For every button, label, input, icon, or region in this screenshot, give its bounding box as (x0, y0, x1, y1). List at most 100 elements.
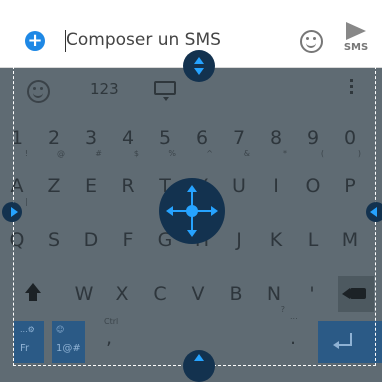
key-secondary: ^ (206, 149, 213, 158)
key-5[interactable]: 5% (148, 120, 182, 158)
key-9[interactable]: 9( (296, 120, 330, 158)
key-1[interactable]: 1! (0, 120, 34, 158)
key-2[interactable]: 2 @ (37, 120, 71, 158)
key-0[interactable]: 0) (333, 120, 367, 158)
move-keyboard-handle[interactable] (159, 178, 225, 244)
key-label: 4 (121, 127, 135, 149)
key-secondary: $ (133, 149, 139, 158)
send-icon (346, 22, 366, 40)
key-secondary: ! (24, 149, 28, 158)
key-r[interactable]: R (111, 168, 145, 204)
key-label: X (115, 283, 129, 305)
key-m[interactable]: M (333, 222, 367, 258)
key-3[interactable]: 3 # (74, 120, 108, 158)
key-6[interactable]: 6 ^ (185, 120, 219, 158)
key-i[interactable]: I (259, 168, 293, 204)
key-8[interactable]: 8 * (259, 120, 293, 158)
comma-key[interactable]: , Ctrl (92, 317, 126, 356)
key-label: 6 (195, 127, 209, 149)
key-k[interactable]: K (259, 222, 293, 258)
send-label: SMS (343, 42, 369, 53)
key-p[interactable]: P (333, 168, 367, 204)
key-label: W (74, 283, 94, 305)
shift-key[interactable] (15, 276, 49, 312)
key-label: C (153, 283, 167, 305)
key-b[interactable]: B (219, 276, 253, 312)
message-input[interactable]: Composer un SMS (66, 30, 221, 50)
key-label: 9 (306, 127, 320, 149)
more-options-icon[interactable] (350, 79, 354, 99)
period-key-label: . (289, 327, 297, 349)
key-label: 3 (84, 127, 98, 149)
key-x[interactable]: X (105, 276, 139, 312)
key-label: J (236, 229, 242, 251)
key-w[interactable]: W (67, 276, 101, 312)
resize-handle-bottom[interactable] (183, 350, 215, 382)
key-q[interactable]: Q (0, 222, 34, 258)
key-f[interactable]: F (111, 222, 145, 258)
key-label: E (84, 175, 97, 197)
key-c[interactable]: C (143, 276, 177, 312)
keyboard-emoji-icon[interactable] (27, 80, 50, 103)
key-z[interactable]: Z (37, 168, 71, 204)
keyboard-mode-icon[interactable] (154, 81, 176, 101)
comma-key-label: , (105, 327, 113, 349)
key-label: N (266, 283, 282, 305)
key-secondary: * (283, 149, 287, 158)
key-label: U (232, 175, 246, 197)
key-j[interactable]: J (222, 222, 256, 258)
language-key-label: Fr (20, 343, 30, 354)
key-secondary: & (243, 149, 250, 158)
period-key-sub: ... (290, 312, 298, 321)
key-label: Z (47, 175, 61, 197)
key-n[interactable]: N? (257, 276, 291, 314)
symbols-key-label: 1@# (56, 343, 81, 354)
key-secondary: ( (320, 149, 324, 158)
key-s[interactable]: S (37, 222, 71, 258)
key-7[interactable]: 7 & (222, 120, 256, 158)
key-label: 8 (269, 127, 283, 149)
emoji-icon[interactable] (300, 30, 323, 53)
key-label: K (269, 229, 283, 251)
numbers-toggle[interactable]: 123 (90, 80, 119, 98)
language-key[interactable]: ...⚙ Fr (14, 321, 44, 363)
key-secondary: ) (357, 149, 361, 158)
resize-handle-top[interactable] (183, 50, 215, 82)
key-a[interactable]: A | (0, 168, 34, 206)
key-secondary: @ (57, 149, 65, 158)
key-label: 5 (158, 127, 172, 149)
key-e[interactable]: E (74, 168, 108, 204)
key-4[interactable]: 4 $ (111, 120, 145, 158)
key-secondary: # (95, 149, 102, 158)
key-secondary: % (168, 149, 176, 158)
key-label: F (122, 229, 134, 251)
key-secondary: ? (280, 305, 285, 314)
send-sms-button[interactable]: SMS (342, 22, 370, 62)
resize-handle-left[interactable] (2, 202, 22, 222)
key-l[interactable]: L (296, 222, 330, 258)
comma-key-sub: Ctrl (104, 317, 119, 326)
key-secondary: | (25, 197, 28, 206)
add-attachment-button[interactable]: + (25, 31, 45, 51)
key-label: 7 (232, 127, 246, 149)
key-label: O (305, 175, 321, 197)
symbols-key[interactable]: ☺ 1@# (52, 321, 85, 363)
backspace-key[interactable] (338, 276, 374, 312)
key-label: R (121, 175, 135, 197)
key-u[interactable]: U (222, 168, 256, 204)
key-label: L (307, 229, 319, 251)
period-key[interactable]: . ... (276, 312, 310, 356)
key-label: M (341, 229, 359, 251)
key-apostrophe[interactable]: ' (295, 276, 329, 312)
key-label: I (273, 175, 279, 197)
language-key-sub: ...⚙ (20, 325, 35, 334)
key-label: 1 (10, 127, 24, 149)
key-label: 0 (343, 127, 357, 149)
key-d[interactable]: D (74, 222, 108, 258)
key-o[interactable]: O (296, 168, 330, 204)
enter-key[interactable] (318, 321, 382, 363)
key-label: V (191, 283, 205, 305)
resize-handle-right[interactable] (366, 202, 382, 222)
key-v[interactable]: V (181, 276, 215, 312)
key-label: ' (309, 283, 315, 305)
